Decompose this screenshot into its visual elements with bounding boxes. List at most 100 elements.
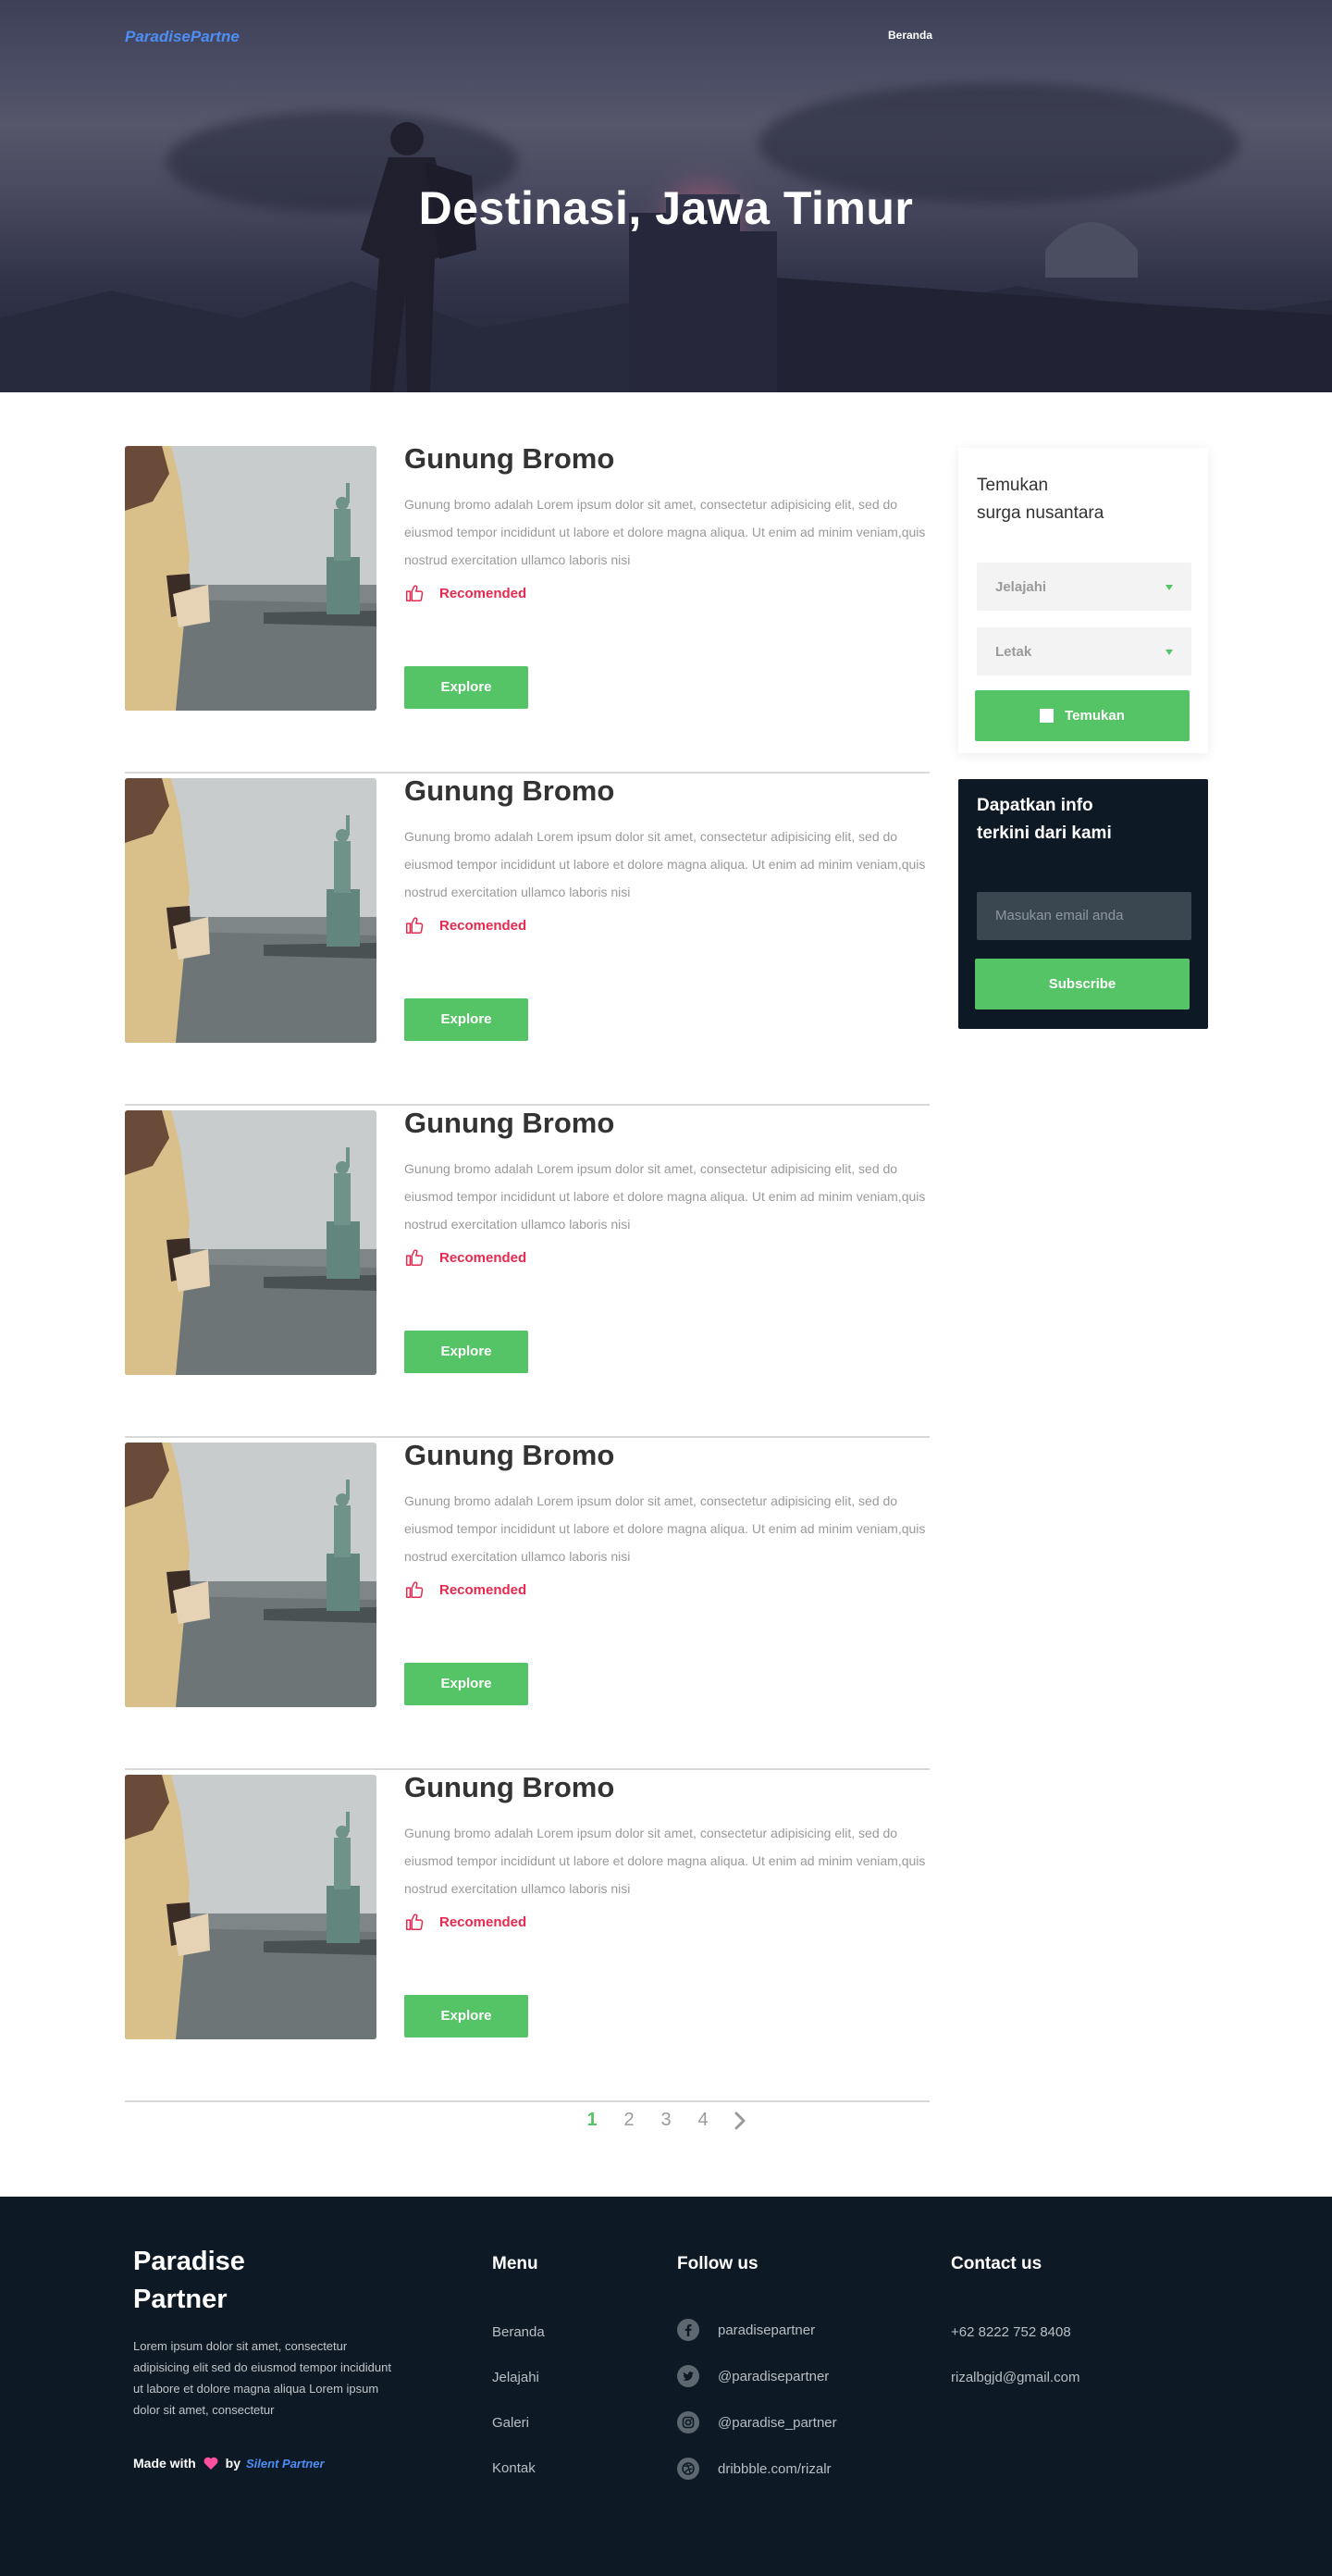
- dribbble-icon: [677, 2458, 699, 2480]
- page-2[interactable]: 2: [610, 2110, 648, 2131]
- footer-brand-line1: Paradise: [133, 2247, 245, 2276]
- social-twitter[interactable]: @paradisepartner: [677, 2365, 829, 2387]
- social-dribbble-label: dribbble.com/rizalr: [718, 2460, 832, 2477]
- destination-photo: [125, 446, 376, 711]
- search-heading-line1: Temukan: [977, 476, 1049, 495]
- destination-card: Gunung Bromo Gunung bromo adalah Lorem i…: [125, 1107, 930, 1438]
- destination-description: Gunung bromo adalah Lorem ipsum dolor si…: [404, 1493, 926, 1564]
- pagination: 1 2 3 4: [574, 2110, 758, 2131]
- thumbs-up-icon: [406, 1581, 424, 1598]
- footer-brand-line2: Partner: [133, 2285, 228, 2314]
- next-page-button[interactable]: [722, 2111, 758, 2131]
- subscribe-widget: Dapatkan info terkini dari kami Masukan …: [958, 779, 1208, 1029]
- hero-title: Destinasi, Jawa Timur: [418, 182, 914, 234]
- thumbs-up-icon: [406, 1249, 424, 1266]
- subscribe-heading: Dapatkan info terkini dari kami: [977, 792, 1180, 848]
- footer-brand: Paradise Partner: [133, 2243, 318, 2319]
- social-instagram-label: @paradise_partner: [718, 2414, 837, 2431]
- made-with-label: Made with: [133, 2456, 196, 2471]
- destination-photo: [125, 1110, 376, 1375]
- made-with: Made with by Silent Partner: [133, 2456, 325, 2471]
- page-3[interactable]: 3: [648, 2110, 684, 2131]
- caret-down-icon: [1166, 650, 1173, 655]
- site-logo[interactable]: ParadisePartne: [125, 28, 240, 46]
- email-input[interactable]: Masukan email anda: [977, 892, 1191, 940]
- footer-menu-beranda[interactable]: Beranda: [492, 2324, 545, 2340]
- thumbs-up-icon: [406, 917, 424, 934]
- thumbs-up-icon: [406, 585, 424, 601]
- destination-description: Gunung bromo adalah Lorem ipsum dolor si…: [404, 829, 926, 899]
- recommended-label: Recomended: [439, 1249, 527, 1266]
- footer-menu-title: Menu: [492, 2254, 538, 2273]
- recommended-badge: Recomended: [404, 1247, 526, 1268]
- search-heading-line2: surga nusantara: [977, 503, 1104, 523]
- by-label: by: [225, 2456, 241, 2471]
- footer-menu-galeri[interactable]: Galeri: [492, 2415, 529, 2431]
- subscribe-button[interactable]: Subscribe: [975, 959, 1190, 1009]
- social-dribbble[interactable]: dribbble.com/rizalr: [677, 2458, 832, 2480]
- footer-menu-jelajahi[interactable]: Jelajahi: [492, 2370, 539, 2385]
- twitter-icon: [677, 2365, 699, 2387]
- footer-menu-kontak[interactable]: Kontak: [492, 2460, 536, 2476]
- destination-description: Gunung bromo adalah Lorem ipsum dolor si…: [404, 497, 926, 567]
- nav-beranda[interactable]: Beranda: [888, 29, 932, 42]
- recommended-label: Recomended: [439, 1581, 527, 1598]
- social-instagram[interactable]: @paradise_partner: [677, 2411, 837, 2434]
- hero-banner: ParadisePartne Beranda Destinasi, Jawa T…: [0, 0, 1332, 392]
- search-heading: Temukan surga nusantara: [977, 472, 1180, 527]
- recommended-badge: Recomended: [404, 1579, 526, 1600]
- explore-button[interactable]: Explore: [404, 1663, 528, 1705]
- recommended-badge: Recomended: [404, 583, 526, 603]
- destination-title[interactable]: Gunung Bromo: [404, 774, 614, 808]
- thumbs-up-icon: [406, 1913, 424, 1930]
- destination-title[interactable]: Gunung Bromo: [404, 1107, 614, 1140]
- social-twitter-label: @paradisepartner: [718, 2368, 830, 2384]
- select-jelajahi-value: Jelajahi: [995, 579, 1047, 595]
- page-1[interactable]: 1: [574, 2110, 610, 2131]
- temukan-button[interactable]: Temukan: [975, 690, 1190, 741]
- select-letak-value: Letak: [995, 644, 1032, 660]
- footer-contact-title: Contact us: [951, 2254, 1042, 2273]
- facebook-icon: [677, 2319, 699, 2341]
- recommended-label: Recomended: [439, 917, 527, 934]
- subscribe-heading-line1: Dapatkan info: [977, 796, 1093, 815]
- square-icon: [1040, 709, 1054, 723]
- contact-email[interactable]: rizalbgjd@gmail.com: [951, 2370, 1079, 2385]
- destination-title[interactable]: Gunung Bromo: [404, 1771, 614, 1804]
- explore-button[interactable]: Explore: [404, 998, 528, 1041]
- heart-icon: [204, 2457, 218, 2470]
- destination-card: Gunung Bromo Gunung bromo adalah Lorem i…: [125, 442, 930, 774]
- search-widget: Temukan surga nusantara Jelajahi Letak T…: [958, 448, 1208, 753]
- destination-photo: [125, 1775, 376, 2039]
- temukan-button-label: Temukan: [1065, 708, 1125, 724]
- destination-photo: [125, 778, 376, 1043]
- recommended-label: Recomended: [439, 585, 527, 601]
- caret-down-icon: [1166, 585, 1173, 590]
- destination-card: Gunung Bromo Gunung bromo adalah Lorem i…: [125, 1771, 930, 2102]
- subscribe-heading-line2: terkini dari kami: [977, 824, 1112, 843]
- destination-card: Gunung Bromo Gunung bromo adalah Lorem i…: [125, 1439, 930, 1770]
- destination-title[interactable]: Gunung Bromo: [404, 1439, 614, 1472]
- select-letak[interactable]: Letak: [977, 627, 1191, 675]
- page-4[interactable]: 4: [684, 2110, 722, 2131]
- recommended-badge: Recomended: [404, 1912, 526, 1932]
- explore-button[interactable]: Explore: [404, 666, 528, 709]
- select-jelajahi[interactable]: Jelajahi: [977, 563, 1191, 611]
- contact-phone[interactable]: +62 8222 752 8408: [951, 2324, 1071, 2340]
- chevron-right-icon: [734, 2112, 746, 2129]
- explore-button[interactable]: Explore: [404, 1995, 528, 2037]
- recommended-badge: Recomended: [404, 915, 526, 935]
- site-footer: Paradise Partner Lorem ipsum dolor sit a…: [0, 2197, 1332, 2576]
- social-facebook[interactable]: paradisepartner: [677, 2319, 815, 2341]
- recommended-label: Recomended: [439, 1913, 527, 1930]
- footer-about: Lorem ipsum dolor sit amet, consectetur …: [133, 2339, 391, 2417]
- destination-description: Gunung bromo adalah Lorem ipsum dolor si…: [404, 1161, 926, 1232]
- explore-button[interactable]: Explore: [404, 1331, 528, 1373]
- author-link[interactable]: Silent Partner: [246, 2457, 325, 2471]
- destination-photo: [125, 1443, 376, 1707]
- destination-title[interactable]: Gunung Bromo: [404, 442, 614, 476]
- social-facebook-label: paradisepartner: [718, 2322, 816, 2338]
- instagram-icon: [677, 2411, 699, 2434]
- destination-card: Gunung Bromo Gunung bromo adalah Lorem i…: [125, 774, 930, 1106]
- destination-description: Gunung bromo adalah Lorem ipsum dolor si…: [404, 1826, 926, 1896]
